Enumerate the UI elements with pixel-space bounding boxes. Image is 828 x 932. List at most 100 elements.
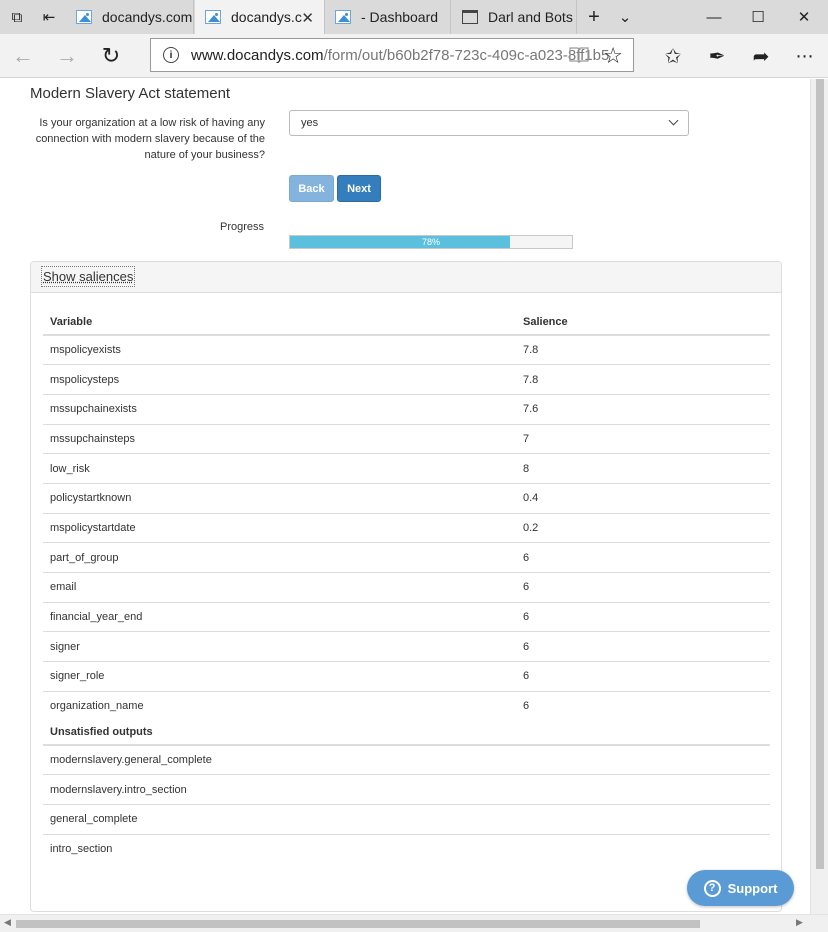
url-host: www.docandys.com [191, 46, 324, 64]
show-saliences-toggle[interactable]: Show saliences [40, 266, 136, 287]
table-row: mspolicystartdate 0.2 [43, 512, 770, 543]
table-row: mspolicysteps 7.8 [43, 364, 770, 395]
variable-cell: policystartknown [43, 482, 516, 514]
progress-text: 78% [421, 237, 440, 247]
salience-cell: 6 [516, 601, 770, 632]
tab-dashboard[interactable]: - Dashboard [325, 0, 451, 34]
more-menu-icon[interactable]: ⋯ [790, 42, 820, 70]
saliences-panel: Show saliences Variable Salience mspolic… [30, 261, 782, 912]
image-favicon-icon [205, 10, 221, 24]
vertical-scroll-thumb[interactable] [816, 79, 824, 869]
salience-cell: 6 [516, 690, 770, 721]
saliences-table: Variable Salience mspolicyexists 7.8 mspol… [43, 309, 770, 721]
table-row: mssupchainsteps 7 [43, 423, 770, 454]
url-field[interactable]: i www.docandys.com/form/out/b60b2f78-723… [150, 38, 634, 72]
unsatisfied-outputs-table: Unsatisfied outputs modernslavery.genera… [43, 719, 770, 864]
chevron-down-icon [668, 115, 679, 126]
table-header-row: Variable Salience [43, 309, 770, 336]
forward-arrow-icon[interactable]: → [52, 42, 82, 70]
favorite-star-icon[interactable]: ☆ [603, 43, 623, 69]
tab-docandys-active[interactable]: docandys.c ✕ [195, 0, 325, 34]
output-cell: intro_section [50, 843, 113, 856]
progress-bar: 78% [289, 235, 573, 249]
table-row: signer 6 [43, 631, 770, 662]
variable-cell: mssupchainsteps [43, 423, 516, 454]
salience-cell: 6 [516, 542, 770, 573]
list-item: general_complete [43, 804, 770, 835]
output-cell: modernslavery.general_complete [43, 745, 770, 776]
salience-cell: 7.6 [516, 393, 770, 425]
panel-heading: Show saliences [31, 262, 781, 293]
salience-cell: 0.4 [516, 482, 770, 514]
unsatisfied-outputs-header: Unsatisfied outputs [43, 719, 770, 746]
table-row: financial_year_end 6 [43, 601, 770, 632]
variable-cell: mssupchainexists [43, 393, 516, 425]
table-header-row: Unsatisfied outputs [43, 719, 770, 746]
tab-label: Darl and Bots [488, 9, 573, 25]
salience-cell: 7.8 [516, 364, 770, 395]
maximize-icon[interactable]: ☐ [736, 0, 780, 34]
close-tab-icon[interactable]: ✕ [301, 9, 314, 27]
next-button[interactable]: Next [337, 175, 381, 202]
tab-label: docandys.com [102, 9, 193, 25]
tab-manager-icon[interactable]: ⧉ [6, 0, 28, 34]
salience-cell: 7.8 [516, 334, 770, 365]
table-row: signer_role 6 [43, 661, 770, 692]
salience-cell: 6 [516, 631, 770, 662]
salience-cell: 6 [516, 661, 770, 692]
favorites-hub-icon[interactable]: ✩ [658, 42, 688, 70]
info-icon[interactable]: i [163, 47, 179, 63]
close-window-icon[interactable]: ✕ [782, 0, 826, 34]
variable-cell: mspolicyexists [43, 334, 516, 365]
variable-cell: financial_year_end [43, 601, 516, 632]
answer-select[interactable]: yes [289, 110, 689, 136]
set-aside-tabs-icon[interactable]: ⇤ [36, 0, 62, 34]
share-icon[interactable]: ➦ [746, 42, 776, 70]
output-cell: general_complete [43, 804, 770, 835]
help-icon: ? [703, 879, 721, 897]
variable-cell: part_of_group [43, 542, 516, 573]
new-tab-icon[interactable]: + [581, 0, 607, 34]
variable-cell: mspolicystartdate [43, 512, 516, 543]
variable-cell: organization_name [43, 690, 516, 721]
answer-value: yes [301, 117, 319, 129]
minimize-icon[interactable]: — [692, 0, 736, 34]
web-note-pen-icon[interactable]: ✒ [702, 42, 732, 70]
chevron-down-icon[interactable]: ⌄ [612, 0, 638, 34]
vertical-scrollbar[interactable] [810, 79, 828, 914]
refresh-icon[interactable]: ↻ [96, 42, 126, 70]
salience-cell: 7 [516, 423, 770, 454]
salience-cell: 0.2 [516, 512, 770, 543]
reading-view-icon[interactable] [569, 46, 589, 64]
horizontal-scroll-thumb[interactable] [16, 920, 700, 928]
scroll-left-icon[interactable]: ◀ [4, 917, 11, 928]
scroll-right-icon[interactable]: ▶ [796, 917, 803, 928]
progress-label: Progress [220, 221, 265, 233]
variable-cell: mspolicysteps [43, 364, 516, 395]
tab-darl-and-bots[interactable]: Darl and Bots [452, 0, 577, 34]
table-row: policystartknown 0.4 [43, 482, 770, 514]
table-row: email 6 [43, 572, 770, 603]
table-row: mspolicyexists 7.8 [43, 334, 770, 365]
back-button[interactable]: Back [289, 175, 334, 202]
column-header-salience: Salience [516, 309, 770, 336]
salience-cell: 6 [516, 572, 770, 603]
list-item: intro_section [43, 834, 770, 864]
image-favicon-icon [335, 10, 351, 24]
support-button[interactable]: ? Support [687, 870, 794, 906]
variable-cell: low_risk [43, 453, 516, 484]
list-item: modernslavery.general_complete [43, 745, 770, 776]
back-arrow-icon[interactable]: ← [8, 42, 38, 70]
tab-label: docandys.c [231, 9, 302, 25]
tab-label: - Dashboard [361, 9, 439, 25]
output-cell: modernslavery.intro_section [43, 774, 770, 805]
table-row: mssupchainexists 7.6 [43, 393, 770, 425]
salience-cell: 8 [516, 453, 770, 484]
tab-docandys-1[interactable]: docandys.com [66, 0, 194, 34]
table-row: part_of_group 6 [43, 542, 770, 573]
page-viewport: Modern Slavery Act statement Is your org… [0, 79, 810, 914]
url-path: /form/out/b60b2f78-723c-409c-a023-8ff1b5 [323, 46, 610, 64]
address-bar: ← → ↻ i www.docandys.com/form/out/b60b2f… [0, 34, 828, 78]
horizontal-scrollbar[interactable]: ◀ ▶ [0, 914, 828, 932]
column-header-variable: Variable [43, 309, 516, 336]
